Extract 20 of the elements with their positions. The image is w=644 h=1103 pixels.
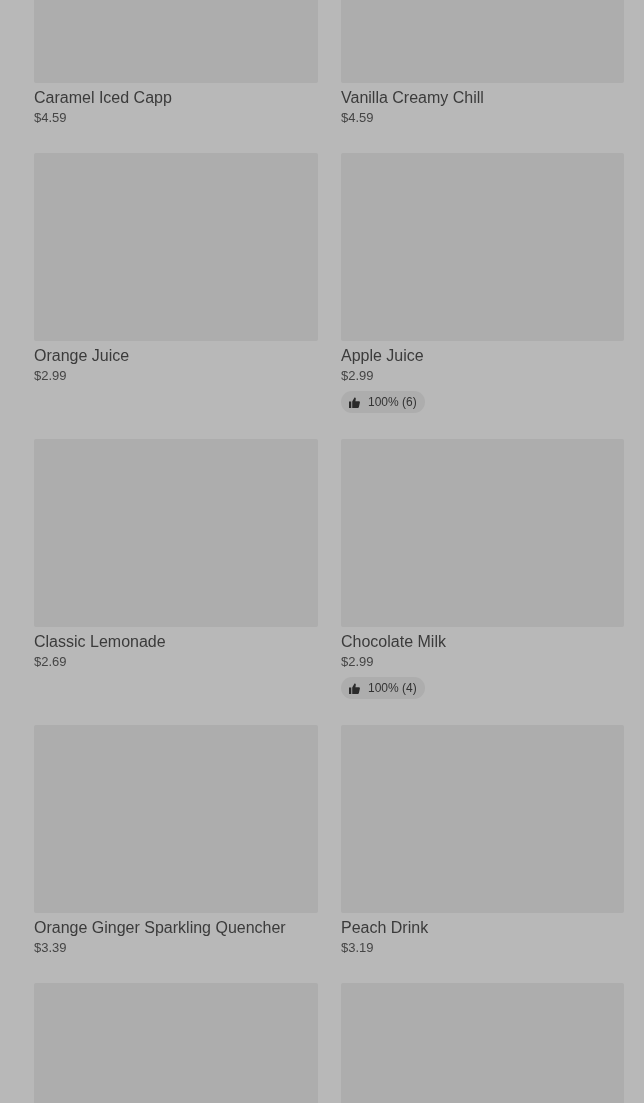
product-name[interactable]: Peach Drink (341, 917, 624, 939)
product-price: $2.99 (34, 367, 68, 385)
product-name[interactable]: Orange Juice (34, 345, 318, 367)
product-name[interactable]: Apple Juice (341, 345, 624, 367)
product-price: $2.69 (34, 653, 68, 671)
product-price: $4.59 (341, 109, 375, 127)
thumbs-up-icon (349, 396, 360, 408)
rating-text: 100% (4) (368, 681, 417, 695)
product-name[interactable]: Vanilla Creamy Chill (341, 87, 624, 109)
product-name[interactable]: Chocolate Milk (341, 631, 624, 653)
product-price: $2.99 (341, 653, 375, 671)
product-price: $3.19 (341, 939, 375, 957)
product-name[interactable]: Classic Lemonade (34, 631, 318, 653)
product-price: $4.59 (34, 109, 68, 127)
thumbs-up-icon (349, 682, 360, 694)
product-price: $3.39 (34, 939, 68, 957)
product-name[interactable]: Caramel Iced Capp (34, 87, 318, 109)
rating-text: 100% (6) (368, 395, 417, 409)
product-price: $2.99 (341, 367, 375, 385)
product-name[interactable]: Orange Ginger Sparkling Quencher (34, 917, 318, 939)
